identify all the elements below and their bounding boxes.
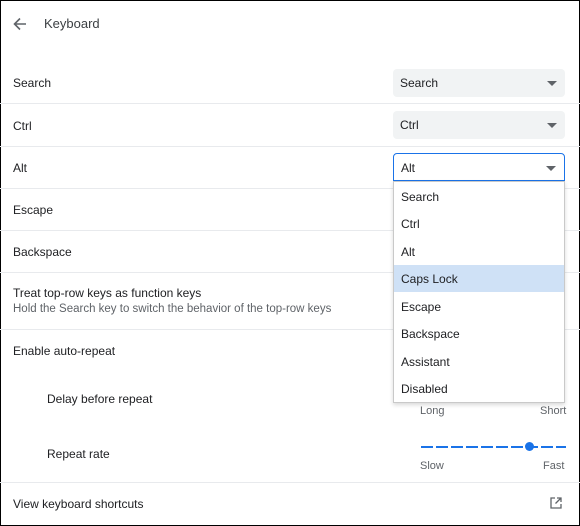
- ctrl-key-select[interactable]: Ctrl: [393, 111, 565, 139]
- search-key-select[interactable]: Search: [393, 69, 565, 97]
- dropdown-caret-icon: [547, 123, 557, 128]
- rate-slider[interactable]: [421, 446, 566, 448]
- autorepeat-label: Enable auto-repeat: [13, 344, 116, 358]
- back-arrow-icon[interactable]: [10, 14, 30, 34]
- ctrl-key-value: Ctrl: [400, 118, 419, 132]
- ctrl-key-label: Ctrl: [13, 119, 32, 133]
- divider: [0, 146, 580, 147]
- dropdown-caret-icon: [547, 81, 557, 86]
- option-search[interactable]: Search: [394, 183, 564, 210]
- rate-slider-knob[interactable]: [525, 442, 534, 451]
- alt-key-select[interactable]: Alt: [393, 153, 565, 181]
- external-link-icon[interactable]: [548, 495, 564, 511]
- page-title: Keyboard: [44, 16, 100, 31]
- option-disabled[interactable]: Disabled: [394, 375, 564, 402]
- alt-key-dropdown-list: Search Ctrl Alt Caps Lock Escape Backspa…: [393, 181, 565, 403]
- option-caps-lock[interactable]: Caps Lock: [394, 265, 564, 292]
- delay-label: Delay before repeat: [47, 392, 153, 406]
- search-key-value: Search: [400, 76, 439, 90]
- option-backspace[interactable]: Backspace: [394, 320, 564, 347]
- option-ctrl[interactable]: Ctrl: [394, 210, 564, 237]
- option-escape[interactable]: Escape: [394, 293, 564, 320]
- divider: [0, 482, 580, 483]
- toprow-label: Treat top-row keys as function keys: [13, 286, 202, 300]
- toprow-description: Hold the Search key to switch the behavi…: [13, 303, 332, 315]
- alt-key-label: Alt: [13, 161, 28, 175]
- alt-key-value: Alt: [401, 161, 416, 175]
- delay-max-label: Short: [540, 405, 567, 417]
- rate-max-label: Fast: [543, 460, 565, 472]
- escape-key-label: Escape: [13, 203, 54, 217]
- delay-min-label: Long: [420, 405, 445, 417]
- dropdown-caret-icon: [546, 166, 556, 171]
- rate-min-label: Slow: [420, 460, 444, 472]
- option-alt[interactable]: Alt: [394, 238, 564, 265]
- divider: [0, 103, 580, 104]
- rate-label: Repeat rate: [47, 447, 110, 461]
- backspace-key-label: Backspace: [13, 245, 72, 259]
- search-key-label: Search: [13, 76, 52, 90]
- shortcuts-link[interactable]: View keyboard shortcuts: [13, 497, 144, 511]
- option-assistant[interactable]: Assistant: [394, 348, 564, 375]
- page-header: Keyboard: [0, 0, 580, 48]
